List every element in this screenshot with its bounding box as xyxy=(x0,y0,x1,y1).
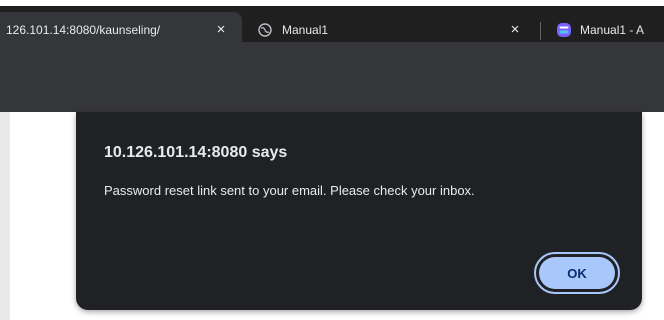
alert-dialog: 10.126.101.14:8080 says Password reset l… xyxy=(76,112,642,310)
browser-toolbar xyxy=(0,42,664,112)
dialog-title: 10.126.101.14:8080 says xyxy=(104,144,288,161)
globe-icon xyxy=(258,23,272,37)
browser-window: 126.101.14:8080/kaunseling/ × Manual1 × … xyxy=(0,0,664,320)
tab-title: 126.101.14:8080/kaunseling/ xyxy=(6,23,161,37)
ok-button-label: OK xyxy=(539,257,615,289)
ok-button[interactable]: OK xyxy=(534,252,620,294)
tab-title: Manual1 xyxy=(282,23,329,37)
tab-strip: 126.101.14:8080/kaunseling/ × Manual1 × … xyxy=(0,0,664,48)
page-edge xyxy=(0,112,10,320)
dialog-message: Password reset link sent to your email. … xyxy=(104,183,475,198)
tab-title: Manual1 - A xyxy=(580,23,645,37)
tab-separator xyxy=(540,22,541,40)
close-icon[interactable]: × xyxy=(212,21,230,39)
app-icon xyxy=(557,23,571,37)
close-icon[interactable]: × xyxy=(506,21,524,39)
